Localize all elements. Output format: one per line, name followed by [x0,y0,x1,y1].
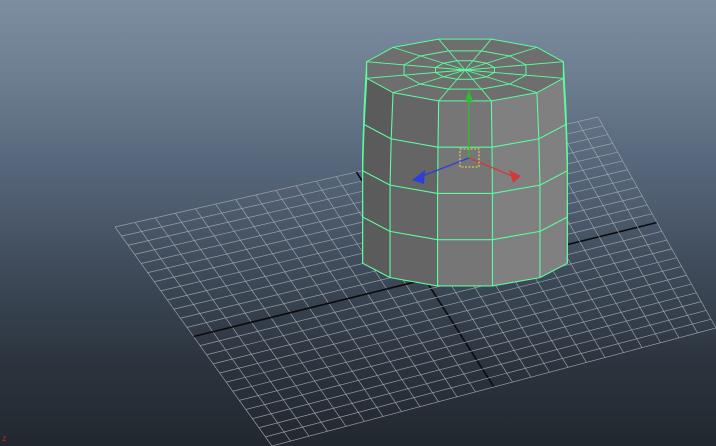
cylinder-side-face [390,231,438,286]
perspective-viewport[interactable]: z [0,0,716,446]
cylinder-side-face [390,185,438,240]
view-axis-indicator: z [2,434,7,443]
cylinder-side-face [492,185,540,240]
grid-line [271,327,716,446]
cylinder-side-face [491,92,539,148]
cylinder-side-face [492,231,540,286]
cylinder-side-face [437,100,493,148]
side-edge-vertical [490,100,493,148]
cylinder-side-face [391,92,439,148]
side-edge-vertical [437,100,440,148]
cylinder-side-face [437,147,493,194]
grid-line [265,318,712,438]
grid-line [258,310,707,429]
cylinder-side-face [437,239,493,286]
cylinder-side-face [492,138,540,194]
scene-canvas[interactable] [0,0,716,446]
cylinder-mesh[interactable] [362,38,568,287]
grid-line [252,301,702,419]
cylinder-side-face [437,193,493,240]
cylinder-side-face [390,138,438,194]
